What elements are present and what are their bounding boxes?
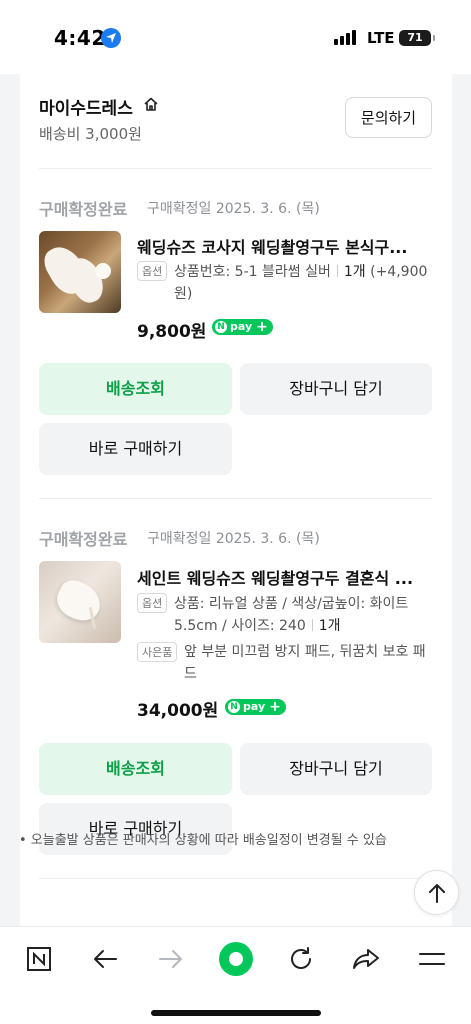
status-time: 4:42 (54, 26, 106, 50)
add-to-cart-button[interactable]: 장바구니 담기 (240, 363, 432, 415)
scroll-to-top-button[interactable] (414, 870, 459, 915)
gift-text: 앞 부분 미끄럼 방지 패드, 뒤꿈치 보호 패드 (184, 644, 426, 682)
naver-n-icon (27, 947, 51, 971)
refresh-button[interactable] (279, 937, 323, 981)
option-details: 상품번호: 5-1 블라썸 실버 1개 (+4,900원) (174, 261, 432, 305)
battery-icon: 71 (399, 30, 435, 46)
order-status: 구매확정완료 (39, 530, 128, 549)
order-status: 구매확정완료 (39, 200, 128, 219)
green-dot-button[interactable] (214, 937, 258, 981)
home-indicator (151, 1010, 321, 1016)
product-price: 9,800원 (137, 322, 207, 342)
menu-button[interactable] (410, 937, 454, 981)
npay-label: pay (243, 700, 266, 713)
naver-home-button[interactable] (17, 937, 61, 981)
back-button[interactable] (83, 937, 127, 981)
option-tag: 옵션 (137, 261, 168, 281)
status-bar: 4:42 LTE 71 (0, 0, 471, 74)
share-button[interactable] (344, 937, 388, 981)
cellular-signal-icon (334, 29, 358, 45)
product-title[interactable]: 세인트 웨딩슈즈 웨딩촬영구두 결혼식 ... (137, 565, 432, 589)
product-thumbnail[interactable] (39, 231, 121, 313)
product-price: 34,000원 (137, 701, 219, 721)
gift-tag: 사은품 (137, 642, 178, 662)
store-name[interactable]: 마이수드레스 (39, 94, 133, 119)
product-thumbnail[interactable] (39, 561, 121, 643)
divider (39, 878, 432, 879)
product-title[interactable]: 웨딩슈즈 코사지 웨딩촬영구두 본식구... (137, 234, 432, 258)
store-home-icon[interactable] (143, 96, 159, 116)
npay-badge: Npay + (225, 699, 286, 715)
green-dot-icon (219, 942, 253, 976)
npay-badge: Npay + (212, 319, 273, 335)
quantity: 1개 (318, 618, 341, 634)
location-arrow-icon (101, 28, 121, 48)
option-details: 상품: 리뉴얼 상품 / 색상/굽높이: 화이트 5.5cm / 사이즈: 24… (174, 593, 432, 637)
network-type: LTE (367, 29, 395, 47)
divider (39, 168, 432, 169)
confirm-date: 구매확정일 2025. 3. 6. (목) (147, 531, 320, 547)
shipping-notice: • 오늘출발 상품은 판매자의 상황에 따라 배송일정이 변경될 수 있습 (19, 833, 387, 848)
confirm-date: 구매확정일 2025. 3. 6. (목) (147, 201, 320, 217)
forward-button[interactable] (149, 937, 193, 981)
shipping-fee: 배송비 3,000원 (39, 125, 142, 143)
order-card: 마이수드레스 배송비 3,000원 문의하기 구매확정완료 구매확정일 2025… (20, 74, 452, 954)
share-arrow-icon (353, 949, 379, 969)
refresh-icon (291, 947, 311, 969)
add-to-cart-button[interactable]: 장바구니 담기 (240, 743, 432, 795)
inquiry-button[interactable]: 문의하기 (345, 97, 432, 138)
npay-label: pay (230, 320, 253, 333)
track-delivery-button[interactable]: 배송조회 (39, 363, 232, 415)
divider (39, 498, 432, 499)
arrow-up-icon (429, 884, 445, 903)
quantity: 1개 (343, 264, 366, 280)
arrow-left-icon (94, 950, 117, 968)
option-text: 상품: 리뉴얼 상품 / 색상/굽높이: 화이트 5.5cm / 사이즈: 24… (174, 596, 409, 634)
option-tag: 옵션 (137, 593, 168, 613)
track-delivery-button[interactable]: 배송조회 (39, 743, 232, 795)
option-text: 상품번호: 5-1 블라썸 실버 (174, 264, 331, 280)
arrow-right-icon (159, 950, 182, 968)
buy-now-button[interactable]: 바로 구매하기 (39, 423, 232, 475)
hamburger-menu-icon (419, 953, 445, 965)
